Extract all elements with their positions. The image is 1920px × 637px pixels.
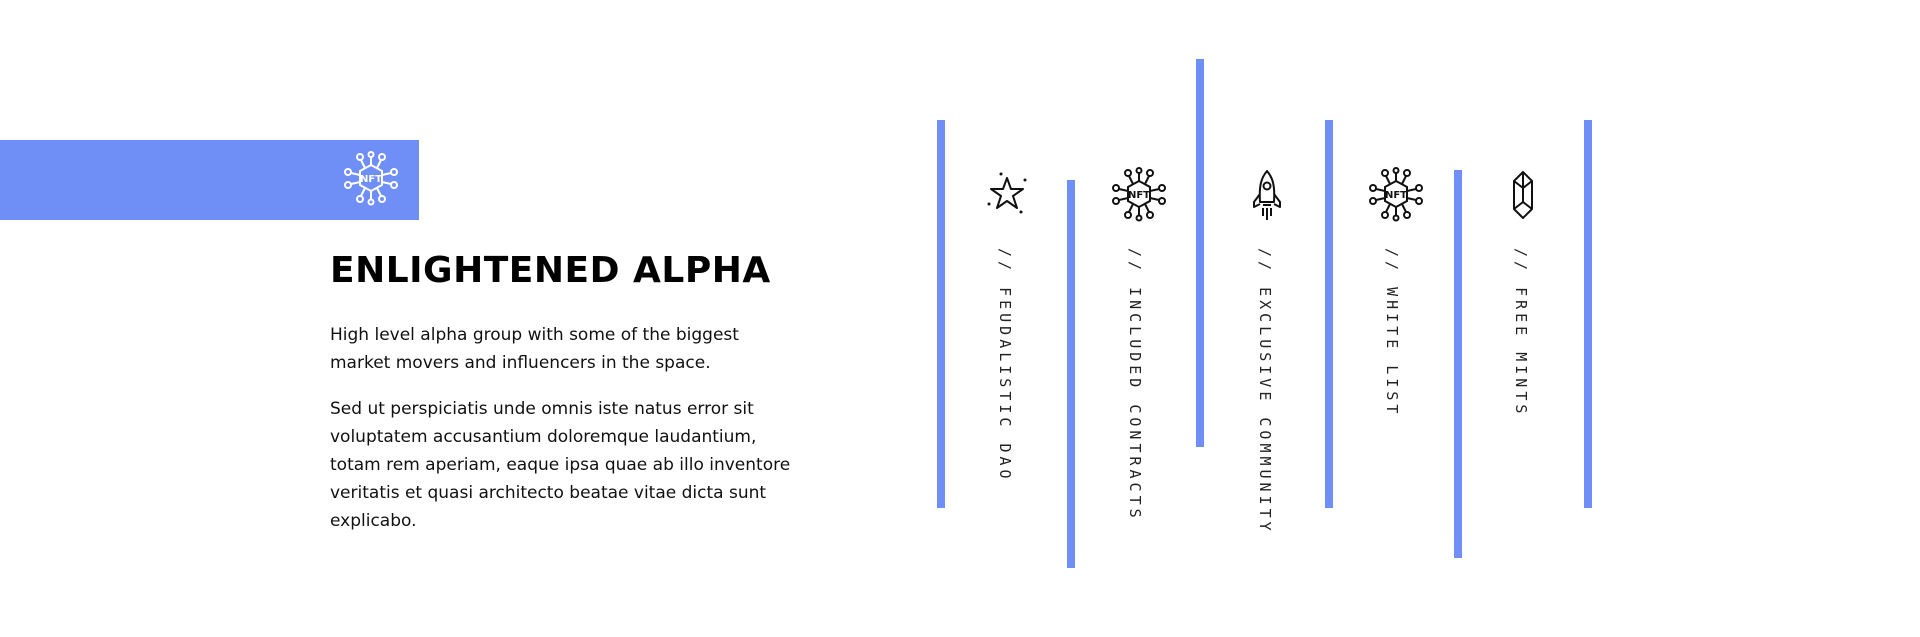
nft-icon-text: NFT	[1128, 190, 1150, 201]
body-paragraph: Sed ut perspiciatis unde omnis iste natu…	[330, 399, 791, 531]
nft-icon-text: NFT	[1385, 190, 1407, 201]
feature-label: // INCLUDED CONTRACTS	[1126, 248, 1144, 522]
star-icon	[987, 172, 1027, 214]
feature-label: // FREE MINTS	[1512, 248, 1530, 418]
accent-banner: NFT	[0, 140, 419, 220]
page-title: Enlightened Alpha	[330, 250, 771, 291]
feature-label: // EXCLUSIVE COMMUNITY	[1256, 248, 1274, 535]
divider-bar	[1325, 120, 1333, 508]
crystal-icon	[1513, 171, 1533, 219]
divider-bar	[1584, 120, 1592, 508]
divider-bar	[937, 120, 945, 508]
nft-network-icon: NFT	[344, 151, 398, 206]
rocket-icon	[1253, 170, 1281, 220]
nft-icon-text: NFT	[360, 174, 382, 185]
nft-network-icon: NFT	[1369, 167, 1423, 222]
nft-network-icon: NFT	[1112, 167, 1166, 222]
divider-bar	[1196, 59, 1204, 447]
feature-label: // WHITE LIST	[1383, 248, 1401, 418]
intro-paragraph: High level alpha group with some of the …	[330, 325, 739, 373]
divider-bar	[1067, 180, 1075, 568]
feature-label: // FEUDALISTIC DAO	[996, 248, 1014, 483]
divider-bar	[1454, 170, 1462, 558]
